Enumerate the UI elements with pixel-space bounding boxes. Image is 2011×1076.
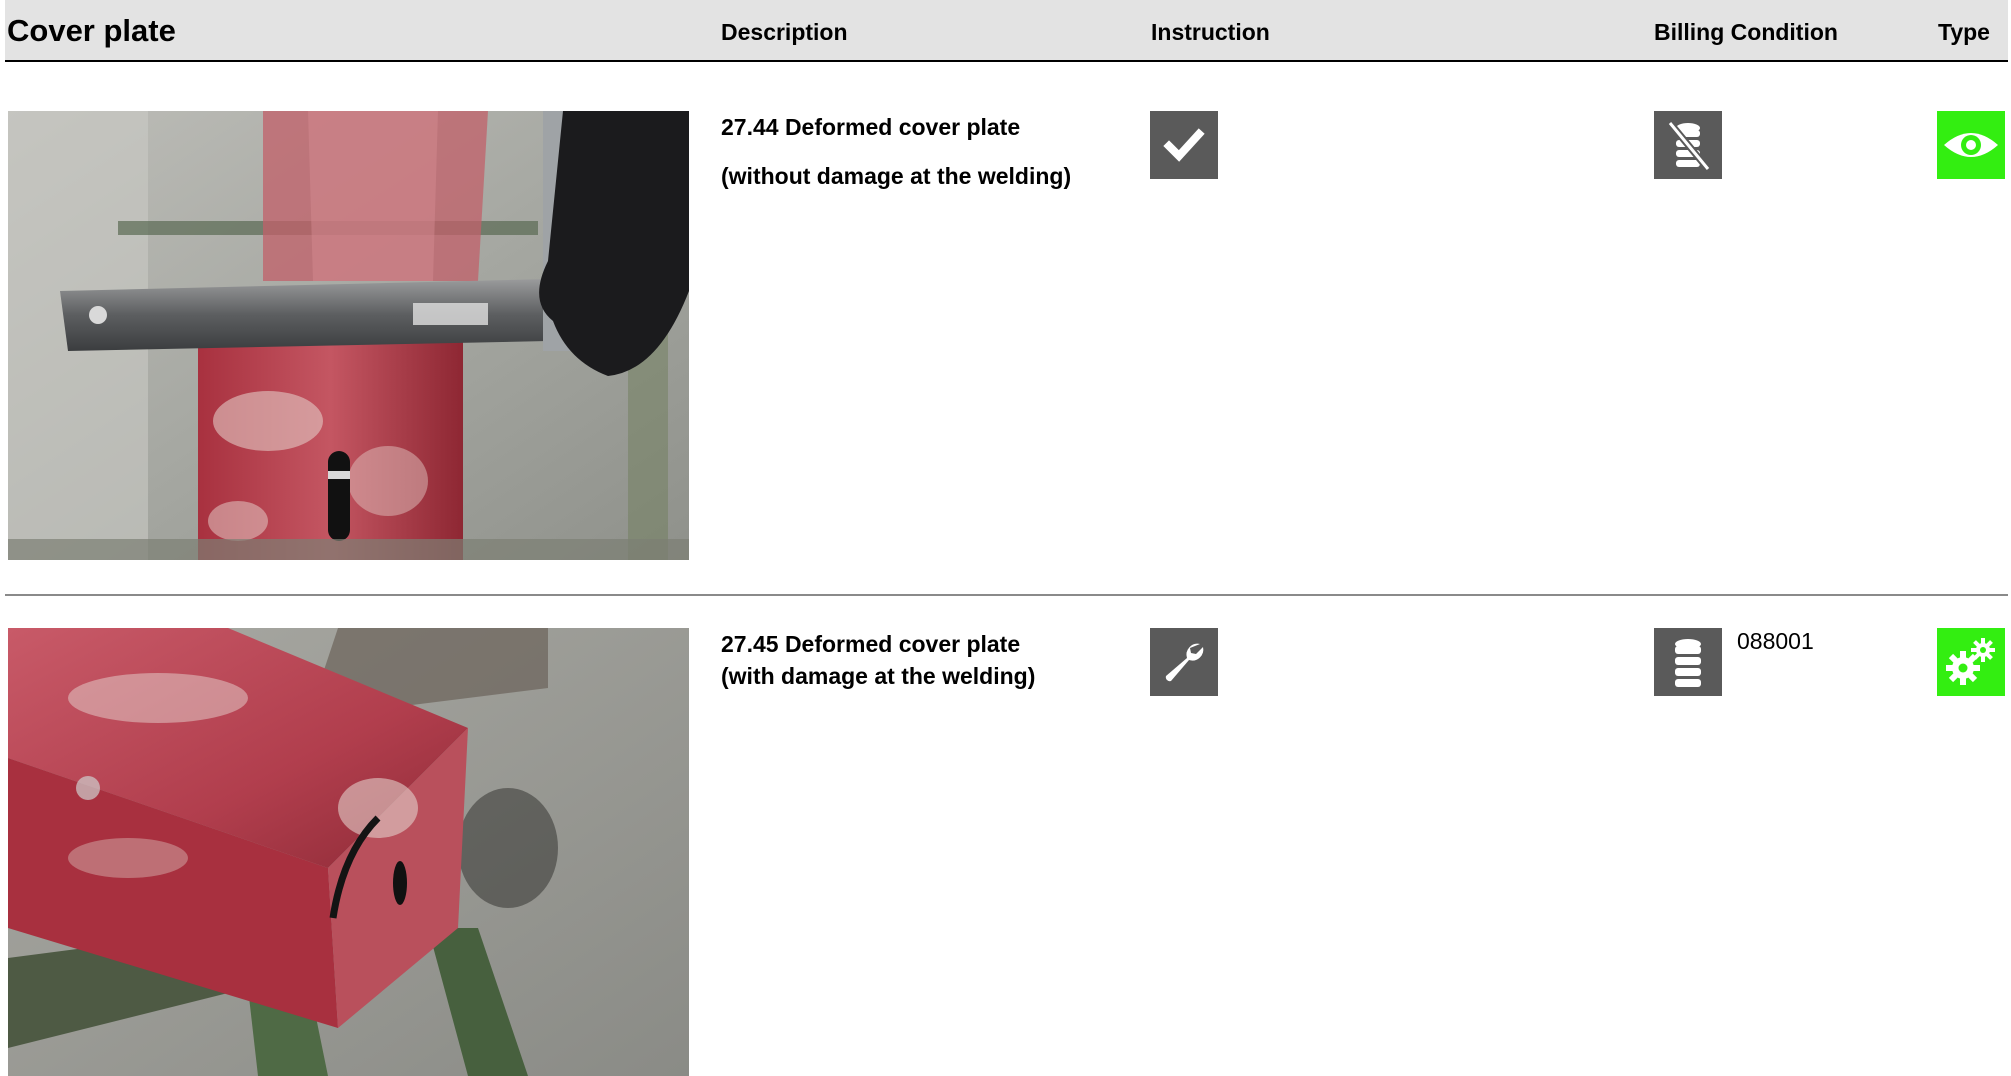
photo-deformed-cover-plate [8, 111, 689, 560]
billing-code: 088001 [1737, 628, 1814, 654]
item-subtitle: (with damage at the welding) [721, 663, 1036, 689]
column-header-billing: Billing Condition [1654, 19, 1838, 45]
checkmark-icon [1150, 111, 1218, 179]
item-description: 27.44 Deformed cover plate (without dama… [721, 111, 1071, 192]
item-title: 27.45 Deformed cover plate [721, 631, 1021, 657]
item-subtitle: (without damage at the welding) [721, 163, 1072, 189]
column-header-instruction: Instruction [1151, 19, 1270, 45]
gears-icon [1937, 628, 2005, 696]
column-header-description: Description [721, 19, 848, 45]
photo-damaged-welding-cover-plate [8, 628, 689, 1076]
no-coins-icon [1654, 111, 1722, 179]
table-header: Cover plate Description Instruction Bill… [5, 0, 2008, 62]
coins-icon [1654, 628, 1722, 696]
column-header-type: Type [1938, 19, 1990, 45]
eye-icon [1937, 111, 2005, 179]
item-description: 27.45 Deformed cover plate (with damage … [721, 628, 1035, 692]
page-title: Cover plate [7, 13, 176, 48]
item-title: 27.44 Deformed cover plate [721, 114, 1021, 140]
wrench-icon [1150, 628, 1218, 696]
row-divider [5, 594, 2008, 596]
